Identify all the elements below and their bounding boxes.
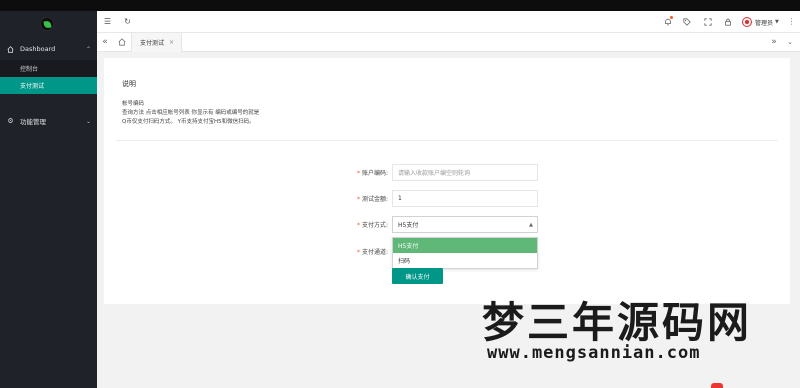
form-row-amount: * 测试金额: 1	[352, 190, 538, 207]
watermark-mark	[711, 383, 723, 388]
watermark-text: 梦三年源码网	[482, 298, 753, 347]
payment-method-value: H5支付	[398, 222, 419, 229]
notification-dot	[670, 16, 673, 19]
more-icon[interactable]: ⋮	[787, 17, 796, 26]
home-icon	[7, 45, 14, 53]
fullscreen-icon[interactable]	[703, 17, 712, 26]
refresh-icon[interactable]: ↻	[123, 17, 132, 26]
tab-payment-test[interactable]: 支付测试 ×	[131, 33, 183, 52]
sidebar: Dashboard ⌃ 控制台 支付测试 ⚙ 功能管理 ⌄	[0, 11, 97, 388]
tab-label: 支付测试	[140, 40, 165, 47]
required-mark: *	[356, 222, 360, 229]
close-icon[interactable]: ×	[169, 39, 174, 46]
form-row-channel: * 支付通道:	[352, 243, 392, 260]
sidebar-group-function-management[interactable]: ⚙ 功能管理 ⌄	[0, 110, 97, 132]
avatar	[742, 17, 752, 27]
watermark-url: www.mengsannian.com	[487, 343, 701, 363]
chevron-down-icon: ⌄	[85, 117, 91, 125]
account-label-text: 账户编码:	[361, 170, 388, 177]
sidebar-item-console[interactable]: 控制台	[0, 60, 97, 77]
channel-label-text: 支付通道:	[361, 249, 388, 256]
gear-icon: ⚙	[7, 117, 14, 125]
main-card: 说明 帐号编码 查询方法 点击相应帐号列表 你显示有 编码或编号的就是 Q币仅支…	[104, 58, 790, 304]
double-chevron-right-icon[interactable]: »	[769, 37, 779, 47]
double-chevron-left-icon[interactable]: «	[100, 37, 110, 47]
top-strip	[0, 0, 800, 11]
confirm-payment-button[interactable]: 确认支付	[392, 268, 443, 284]
sidebar-item-label: 控制台	[20, 66, 39, 73]
lock-icon[interactable]	[723, 17, 732, 26]
sidebar-subnav: 控制台 支付测试	[0, 60, 97, 94]
required-mark: *	[356, 196, 360, 203]
method-label: * 支付方式:	[352, 220, 392, 229]
channel-label: * 支付通道:	[352, 247, 392, 256]
menu-icon[interactable]: ☰	[103, 17, 112, 26]
home-tab-icon[interactable]	[117, 37, 127, 47]
caret-down-icon: ▼	[775, 19, 779, 25]
sidebar-group-label: 功能管理	[20, 118, 46, 126]
sidebar-item-payment-test[interactable]: 支付测试	[0, 77, 97, 94]
description-panel: 说明 帐号编码 查询方法 点击相应帐号列表 你显示有 编码或编号的就是 Q币仅支…	[116, 66, 778, 141]
dropdown-option-scan[interactable]: 扫码	[393, 253, 537, 268]
bell-icon[interactable]	[663, 16, 673, 26]
tag-icon[interactable]	[682, 17, 691, 26]
chevron-down-icon[interactable]: ⌄	[785, 37, 795, 47]
test-amount-input[interactable]: 1	[392, 190, 538, 207]
description-title: 说明	[122, 80, 136, 88]
tab-bar: « 支付测试 × » ⌄	[97, 33, 800, 52]
sidebar-item-label: 支付测试	[20, 83, 45, 90]
account-code-input[interactable]: 请输入收款账户编空则轮询	[392, 164, 538, 181]
user-menu[interactable]: 管理员 ▼	[742, 16, 779, 28]
required-mark: *	[356, 170, 360, 177]
amount-label-text: 测试金额:	[361, 196, 388, 203]
form-row-account: * 账户编码: 请输入收款账户编空则轮询	[352, 164, 538, 181]
watermark: 梦三年源码网 www.mengsannian.com	[476, 300, 800, 388]
username: 管理员	[755, 19, 774, 27]
description-line: 帐号编码	[122, 101, 145, 107]
sidebar-group-dashboard[interactable]: Dashboard ⌃	[0, 38, 97, 60]
description-line: Q币仅支付扫码方式。 Y币支持支付宝H5和微信扫码。	[122, 119, 255, 125]
payment-method-dropdown: H5支付 扫码	[392, 237, 538, 269]
chevron-up-icon: ⌃	[85, 45, 91, 53]
sidebar-group-label: Dashboard	[20, 45, 56, 53]
payment-method-select[interactable]: H5支付 ▲	[392, 216, 538, 233]
dropdown-option-h5[interactable]: H5支付	[393, 238, 537, 253]
description-line: 查询方法 点击相应帐号列表 你显示有 编码或编号的就是	[122, 110, 260, 116]
leaf-icon	[43, 20, 52, 29]
form-row-method: * 支付方式: H5支付 ▲	[352, 216, 538, 233]
account-label: * 账户编码:	[352, 168, 392, 177]
required-mark: *	[356, 249, 360, 256]
amount-label: * 测试金额:	[352, 194, 392, 203]
method-label-text: 支付方式:	[361, 222, 388, 229]
logo[interactable]	[40, 17, 54, 31]
top-header: ☰ ↻ 管理员 ▼ ⋮	[97, 11, 800, 33]
caret-up-icon: ▲	[529, 221, 533, 228]
